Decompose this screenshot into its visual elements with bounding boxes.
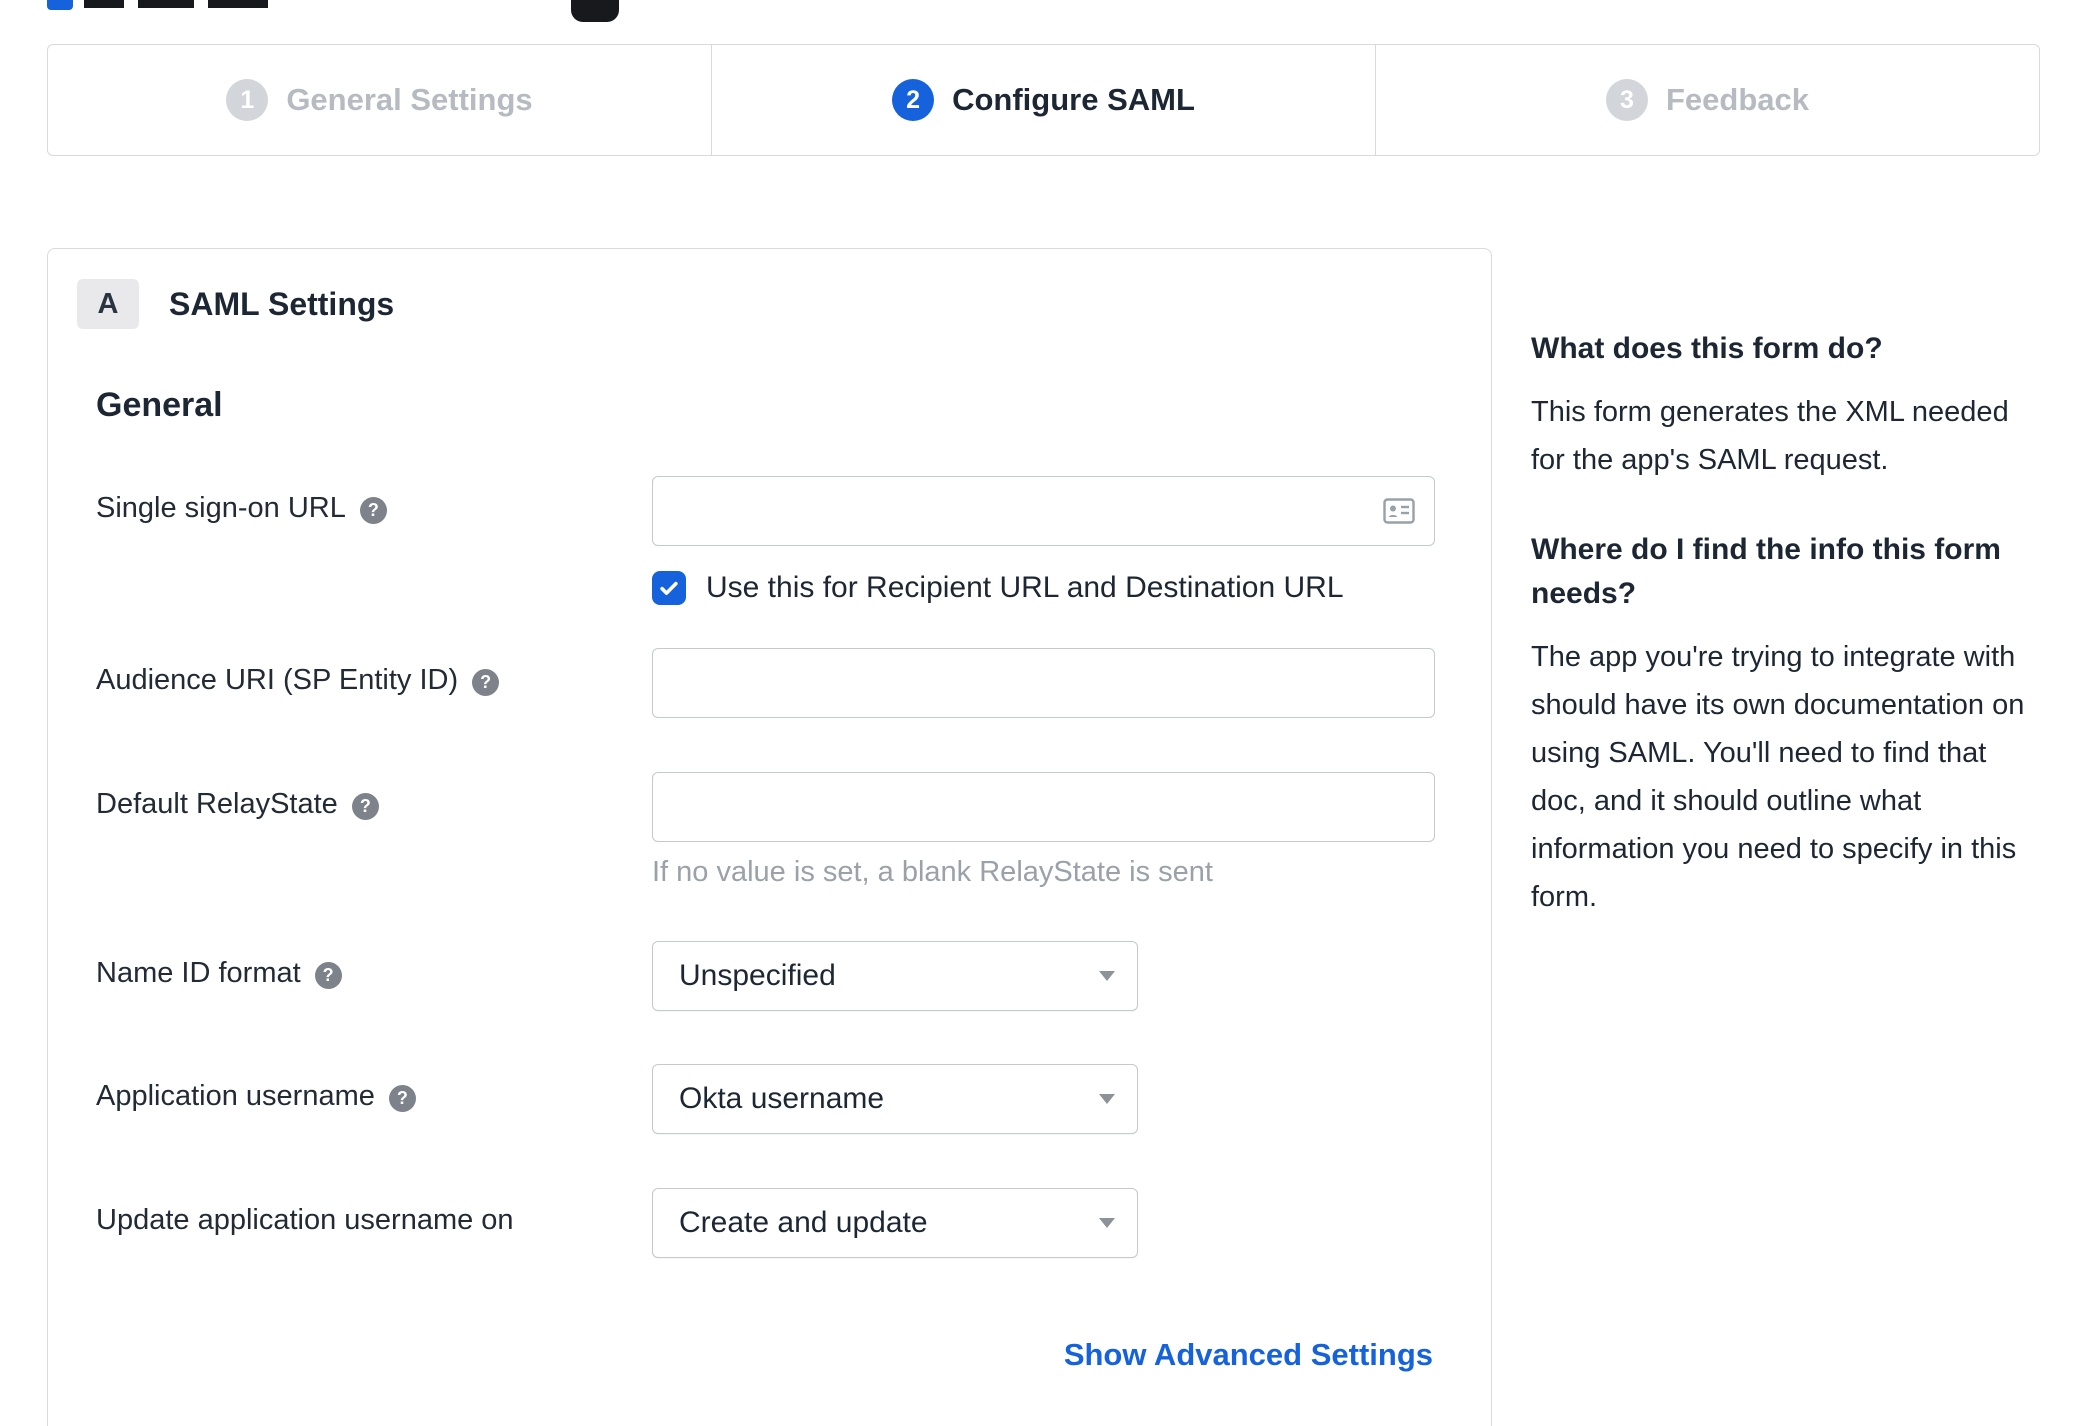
field-label: Application username ? xyxy=(96,1064,652,1134)
help-para-what: This form generates the XML needed for t… xyxy=(1531,396,2009,476)
field-row-single-sign-on-url: Single sign-on URL ? Use this for Recipi… xyxy=(48,476,1491,608)
clipped-app-icon xyxy=(571,0,619,22)
step-number-badge: 3 xyxy=(1605,79,1648,121)
clipped-header-fragment xyxy=(47,0,73,10)
clipped-header-fragment xyxy=(84,0,124,8)
step-label: Configure SAML xyxy=(952,82,1195,117)
field-row-audience-uri: Audience URI (SP Entity ID) ? xyxy=(48,648,1491,718)
advanced-settings-row: Show Advanced Settings xyxy=(48,1337,1491,1373)
clipped-header-fragment xyxy=(138,0,194,8)
field-label: Single sign-on URL ? xyxy=(96,476,652,608)
step-number-badge: 2 xyxy=(892,79,935,121)
clipped-header-fragment xyxy=(208,0,268,8)
update-app-username-select[interactable]: Create and update xyxy=(652,1188,1138,1258)
step-feedback[interactable]: 3 Feedback xyxy=(1375,45,2039,155)
field-label-text: Update application username on xyxy=(96,1204,514,1236)
field-label-text: Single sign-on URL xyxy=(96,492,346,524)
field-label: Default RelayState ? xyxy=(96,772,652,889)
chevron-down-icon xyxy=(1099,971,1115,981)
field-label-text: Audience URI (SP Entity ID) xyxy=(96,664,459,696)
step-configure-saml[interactable]: 2 Configure SAML xyxy=(711,45,1375,155)
field-label: Name ID format ? xyxy=(96,941,652,1011)
single-sign-on-url-input[interactable] xyxy=(652,476,1435,546)
select-value: Okta username xyxy=(679,1082,885,1115)
help-icon[interactable]: ? xyxy=(351,793,379,820)
field-label: Update application username on xyxy=(96,1188,652,1258)
general-section-heading: General xyxy=(96,386,223,424)
help-heading-where: Where do I find the info this form needs… xyxy=(1531,533,2001,610)
field-row-application-username: Application username ? Okta username xyxy=(48,1064,1491,1134)
checkbox-checked-icon[interactable] xyxy=(652,571,686,605)
help-sidebar: What does this form do? This form genera… xyxy=(1531,327,2031,921)
contact-card-icon xyxy=(1383,498,1415,529)
step-label: Feedback xyxy=(1665,82,1809,117)
audience-uri-input[interactable] xyxy=(652,648,1435,718)
application-username-select[interactable]: Okta username xyxy=(652,1064,1138,1134)
checkbox-label: Use this for Recipient URL and Destinati… xyxy=(706,571,1344,604)
configure-saml-page: 1 General Settings 2 Configure SAML 3 Fe… xyxy=(0,0,2092,1426)
panel-header: A SAML Settings xyxy=(48,249,1491,329)
help-icon[interactable]: ? xyxy=(472,669,500,696)
step-label: General Settings xyxy=(286,82,533,117)
help-icon[interactable]: ? xyxy=(359,497,387,524)
field-row-default-relaystate: Default RelayState ? If no value is set,… xyxy=(48,772,1491,889)
panel-title: SAML Settings xyxy=(169,285,395,322)
chevron-down-icon xyxy=(1099,1094,1115,1104)
field-row-name-id-format: Name ID format ? Unspecified xyxy=(48,941,1491,1011)
field-label-text: Default RelayState xyxy=(96,788,338,820)
show-advanced-settings-link[interactable]: Show Advanced Settings xyxy=(1064,1337,1433,1372)
section-a-badge: A xyxy=(77,279,139,329)
help-heading-what: What does this form do? xyxy=(1531,332,1883,365)
step-general-settings[interactable]: 1 General Settings xyxy=(48,45,711,155)
default-relaystate-input[interactable] xyxy=(652,772,1435,842)
step-number-badge: 1 xyxy=(226,79,269,121)
field-label-text: Application username xyxy=(96,1080,375,1112)
select-value: Create and update xyxy=(679,1206,928,1239)
help-icon[interactable]: ? xyxy=(388,1085,416,1112)
field-row-update-app-username: Update application username on Create an… xyxy=(48,1188,1491,1258)
name-id-format-select[interactable]: Unspecified xyxy=(652,941,1138,1011)
recipient-url-checkbox-row[interactable]: Use this for Recipient URL and Destinati… xyxy=(652,568,1435,608)
help-para-where: The app you're trying to integrate with … xyxy=(1531,641,2025,913)
chevron-down-icon xyxy=(1099,1218,1115,1228)
saml-settings-panel: A SAML Settings General Single sign-on U… xyxy=(47,248,1492,1426)
select-value: Unspecified xyxy=(679,959,836,992)
wizard-stepper: 1 General Settings 2 Configure SAML 3 Fe… xyxy=(47,44,2040,156)
field-label-text: Name ID format xyxy=(96,957,301,989)
help-icon[interactable]: ? xyxy=(314,962,342,989)
field-label: Audience URI (SP Entity ID) ? xyxy=(96,648,652,718)
relaystate-hint: If no value is set, a blank RelayState i… xyxy=(652,856,1213,888)
